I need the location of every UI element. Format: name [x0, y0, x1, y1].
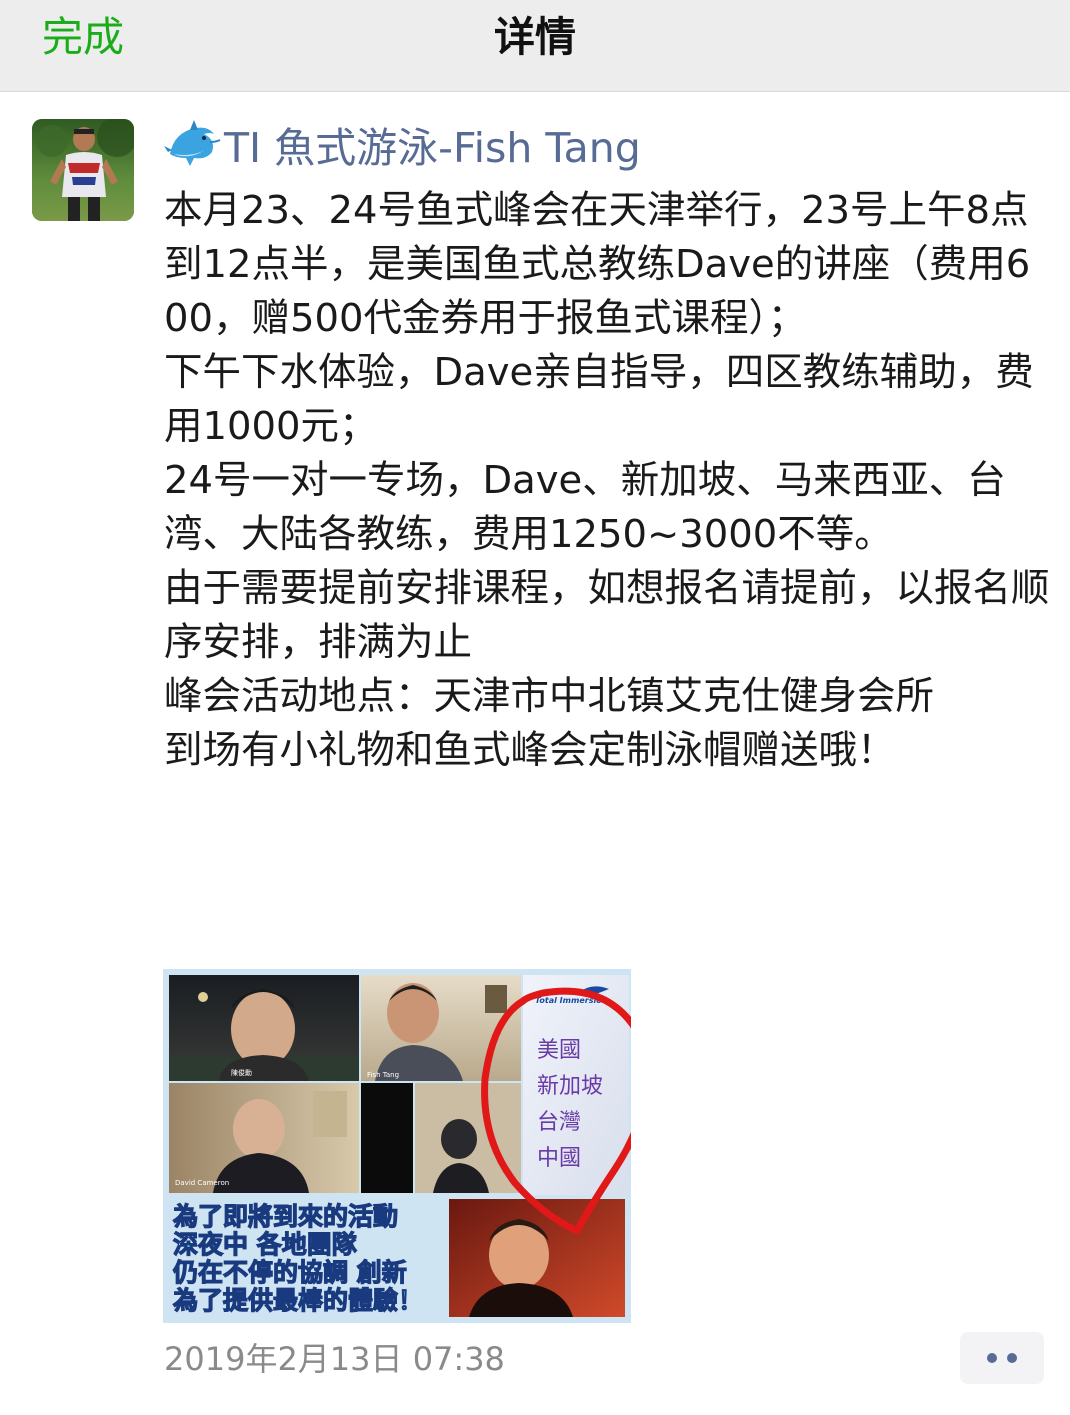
video-tile [415, 1083, 521, 1193]
post-image[interactable]: 陳俊勳 Fish Tang David Cameron Total Immers… [163, 969, 631, 1323]
video-tile [449, 1199, 625, 1317]
post-paragraph: 峰会活动地点：天津市中北镇艾克仕健身会所 [164, 674, 935, 719]
post-paragraph: 本月23、24号鱼式峰会在天津举行，23号上午8点到12点半，是美国鱼式总教练D… [164, 188, 1031, 341]
more-dot-icon [987, 1353, 997, 1363]
avatar-photo [32, 119, 134, 221]
dolphin-icon [164, 118, 222, 170]
caption-line: 為了提供最棒的體驗！ [173, 1286, 423, 1315]
country-item: 新加坡 [537, 1074, 603, 1099]
author-label: TI 魚式游泳-Fish Tang [224, 124, 641, 172]
post-paragraph: 由于需要提前安排课程，如想报名请提前，以报名顺序安排，排满为止 [164, 566, 1050, 665]
video-tile [361, 1083, 413, 1193]
more-dot-icon [1007, 1353, 1017, 1363]
video-call-collage: 陳俊勳 Fish Tang David Cameron Total Immers… [163, 969, 631, 1323]
participant-name: David Cameron [175, 1179, 229, 1187]
post-paragraph: 24号一对一专场，Dave、新加坡、马来西亚、台湾、大陆各教练，费用1250~3… [164, 458, 1006, 557]
country-item: 台灣 [537, 1110, 581, 1135]
post-timestamp: 2019年2月13日 07:38 [164, 1340, 505, 1378]
image-caption: 為了即將到來的活動 深夜中 各地團隊 仍在不停的協調 創新 為了提供最棒的體驗！ [172, 1201, 423, 1315]
post-content: 本月23、24号鱼式峰会在天津举行，23号上午8点到12点半，是美国鱼式总教练D… [164, 184, 1054, 778]
country-item: 美國 [537, 1038, 581, 1063]
post-paragraph: 到场有小礼物和鱼式峰会定制泳帽赠送哦！ [164, 728, 896, 773]
nav-bar: 完成 详情 [0, 0, 1070, 92]
caption-line: 為了即將到來的活動 [173, 1202, 398, 1231]
caption-line: 深夜中 各地團隊 [173, 1230, 357, 1259]
country-item: 中國 [537, 1146, 581, 1171]
caption-line: 仍在不停的協調 創新 [173, 1258, 407, 1287]
avatar[interactable] [32, 119, 134, 221]
author-name[interactable]: TI 魚式游泳-Fish Tang [164, 118, 641, 174]
video-tile: 陳俊勳 [169, 975, 359, 1081]
participant-name: 陳俊勳 [231, 1068, 252, 1077]
page-title: 详情 [494, 13, 576, 61]
post-paragraph: 下午下水体验，Dave亲自指导，四区教练辅助，费用1000元； [164, 350, 1034, 449]
video-tile: David Cameron [169, 1083, 359, 1193]
more-actions-button[interactable] [960, 1332, 1044, 1384]
participant-name: Fish Tang [367, 1071, 399, 1079]
